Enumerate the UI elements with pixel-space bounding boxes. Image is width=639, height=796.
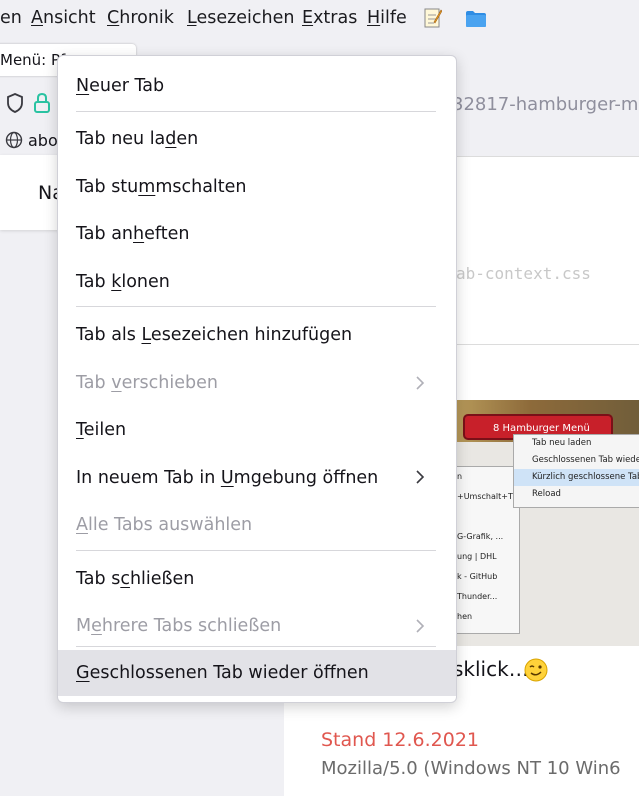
- menu-item-select-all-tabs[interactable]: Alle Tabs auswählen: [58, 503, 456, 547]
- menu-item-open-in-container[interactable]: In neuem Tab in Umgebung öffnen: [58, 456, 456, 500]
- chevron-right-icon: [416, 376, 425, 390]
- menu-item-bookmarks[interactable]: Lesezeichen: [187, 8, 295, 28]
- screenshot-thumbnail: 8 Hamburger Menü n +Umschalt+T G-Grafik,…: [455, 400, 639, 646]
- menu-separator: [76, 306, 436, 307]
- menu-item-reopen-closed-tab[interactable]: Geschlossenen Tab wieder öffnen: [58, 650, 456, 696]
- url-text[interactable]: 32817-hamburger-me: [452, 94, 639, 115]
- caption-text: sklick…: [453, 657, 529, 681]
- menu-item-help[interactable]: Hilfe: [367, 8, 407, 28]
- menu-item-history[interactable]: Chronik: [107, 8, 174, 28]
- chevron-right-icon: [416, 470, 425, 484]
- folder-icon[interactable]: [465, 10, 487, 28]
- menu-item-extras[interactable]: Extras: [302, 8, 357, 28]
- notes-icon[interactable]: [424, 8, 442, 28]
- menu-item-close-tab[interactable]: Tab schließen: [58, 557, 456, 601]
- menu-item-reload-tab[interactable]: Tab neu laden: [58, 117, 456, 161]
- menu-item-new-tab[interactable]: Neuer Tab: [58, 64, 456, 108]
- menu-item-file[interactable]: en: [0, 8, 22, 28]
- thumbnail-context-menu: Tab neu laden Geschlossenen Tab wieder K…: [513, 434, 639, 508]
- menu-item-share[interactable]: Teilen: [58, 408, 456, 452]
- chevron-right-icon: [416, 619, 425, 633]
- menu-item-duplicate-tab[interactable]: Tab klonen: [58, 260, 456, 304]
- menubar: en Ansicht Chronik Lesezeichen Extras Hi…: [0, 0, 639, 38]
- globe-icon: [5, 131, 23, 149]
- menu-separator: [76, 111, 436, 112]
- bookmark-item[interactable]: abo: [28, 131, 58, 150]
- menu-item-close-multiple-tabs[interactable]: Mehrere Tabs schließen: [58, 604, 456, 648]
- user-agent-text: Mozilla/5.0 (Windows NT 10 Win6: [321, 758, 621, 779]
- tab-context-menu: Neuer Tab Tab neu laden Tab stummschalte…: [57, 55, 457, 703]
- date-heading: Stand 12.6.2021: [321, 729, 479, 751]
- menu-item-mute-tab[interactable]: Tab stummschalten: [58, 165, 456, 209]
- menu-item-pin-tab[interactable]: Tab anheften: [58, 212, 456, 256]
- menu-item-bookmark-tab[interactable]: Tab als Lesezeichen hinzufügen: [58, 313, 456, 357]
- code-snippet: ab-context.css: [456, 264, 591, 283]
- menu-item-move-tab[interactable]: Tab verschieben: [58, 361, 456, 405]
- thumbnail-menu: n +Umschalt+T G-Grafik, ... ung | DHL k …: [455, 466, 520, 634]
- menu-separator: [76, 550, 436, 551]
- tracking-shield-icon[interactable]: [6, 93, 24, 113]
- menu-separator: [76, 646, 436, 647]
- lock-icon[interactable]: [33, 92, 51, 114]
- page-panel: Na: [0, 155, 64, 230]
- menu-item-view[interactable]: Ansicht: [31, 8, 96, 28]
- wink-emoji-icon: [524, 658, 548, 682]
